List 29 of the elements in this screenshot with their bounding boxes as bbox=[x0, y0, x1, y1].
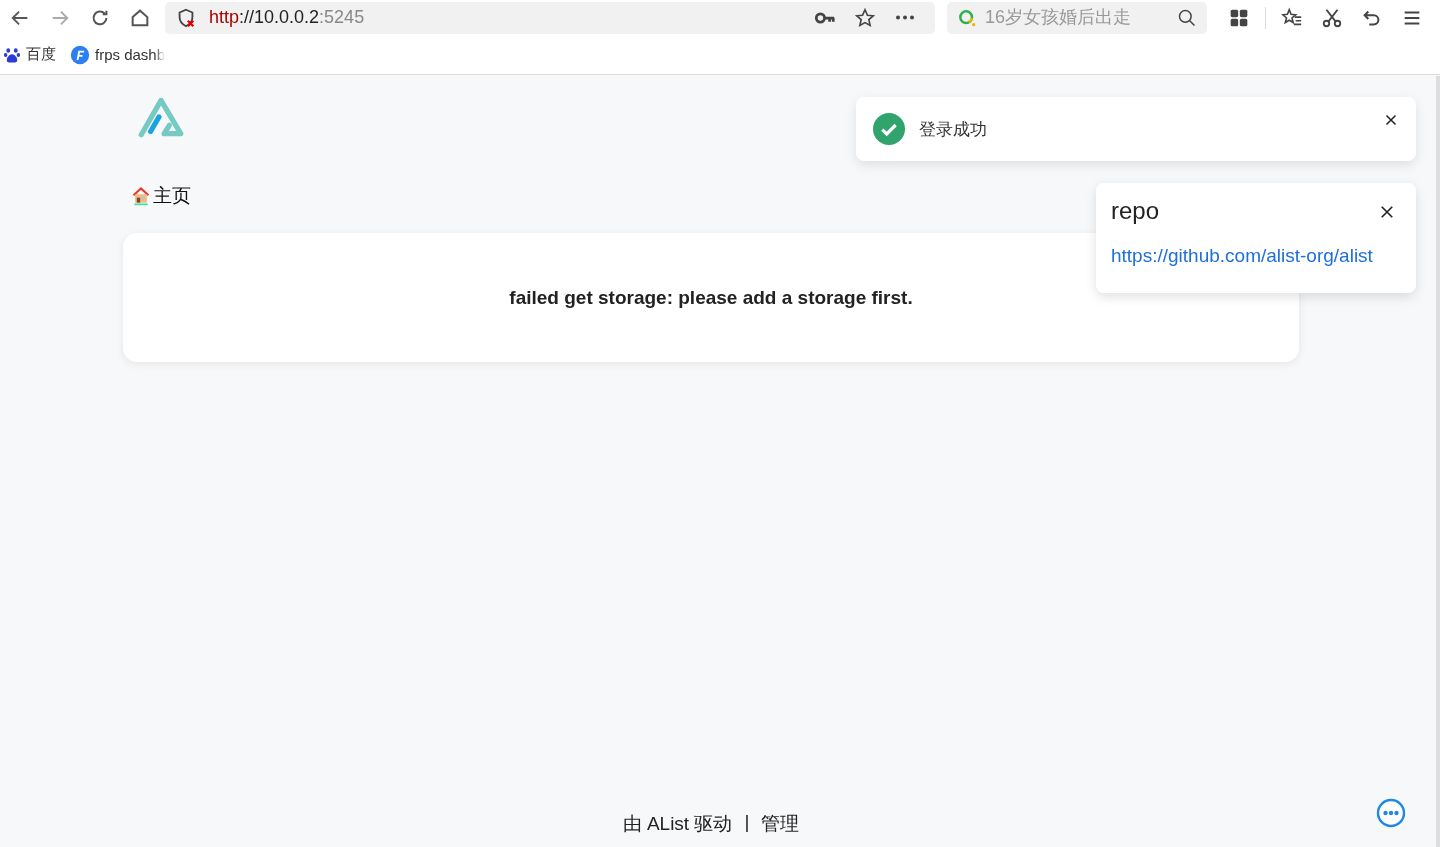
close-icon bbox=[1378, 203, 1396, 221]
toast-text: 登录成功 bbox=[919, 118, 987, 141]
more-circle-icon bbox=[1376, 798, 1406, 828]
url-port: :5245 bbox=[319, 7, 365, 28]
address-bar[interactable]: http://10.0.0.2:5245 bbox=[165, 1, 935, 34]
house-icon bbox=[131, 186, 151, 206]
repo-link[interactable]: https://github.com/alist-org/alist bbox=[1111, 245, 1373, 267]
paw-icon bbox=[3, 45, 21, 64]
notification-title: repo bbox=[1111, 197, 1160, 225]
powered-by-text: 由 AList 驱动 bbox=[622, 812, 733, 836]
star-icon bbox=[854, 6, 876, 29]
bookmark-item[interactable]: frps dashb bbox=[70, 44, 166, 65]
grid-icon bbox=[1229, 7, 1249, 28]
search-input[interactable]: 16岁女孩婚后出走 bbox=[983, 6, 1171, 29]
search-icon[interactable] bbox=[1177, 7, 1197, 28]
more-icon bbox=[896, 15, 914, 20]
breadcrumb-link[interactable]: 主页 bbox=[131, 183, 191, 209]
close-button[interactable] bbox=[1378, 203, 1396, 221]
bookmark-item[interactable]: 百度 bbox=[3, 45, 56, 64]
f-logo-icon bbox=[70, 44, 90, 65]
url-scheme: http bbox=[209, 7, 240, 28]
url-host: ://10.0.0.2 bbox=[239, 7, 320, 28]
check-circle-icon bbox=[873, 113, 905, 145]
more-options-button[interactable] bbox=[1376, 798, 1406, 828]
error-message: failed get storage: please add a storage first. bbox=[509, 286, 913, 309]
manage-link[interactable]: 管理 bbox=[761, 811, 800, 837]
footer-separator: | bbox=[744, 811, 750, 834]
search-bar[interactable]: 16岁女孩婚后出走 bbox=[947, 1, 1207, 34]
search-engine-icon bbox=[957, 7, 977, 28]
